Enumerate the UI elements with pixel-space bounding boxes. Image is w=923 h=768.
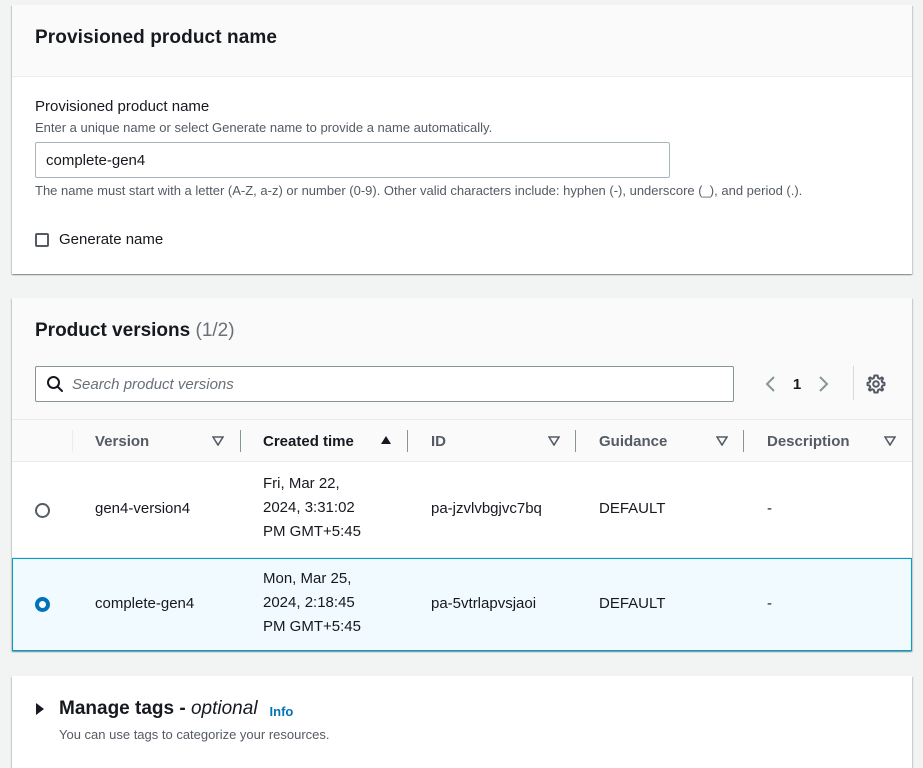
caret-down-icon[interactable] — [716, 436, 728, 446]
column-header-created-time[interactable]: Created time — [263, 420, 354, 462]
pagination: 1 — [760, 372, 834, 396]
page-number[interactable]: 1 — [780, 376, 814, 393]
panel-header: Provisioned product name — [12, 5, 912, 77]
column-header-label: ID — [431, 432, 446, 450]
panel-header: Product versions (1/2) 1 — [12, 298, 912, 420]
id-cell: pa-jzvlvbgjvc7bq — [431, 500, 542, 517]
guidance-cell: DEFAULT — [599, 500, 666, 517]
created-time-line: 2024, 2:18:45 — [263, 594, 355, 611]
column-header-description[interactable]: Description — [767, 420, 850, 462]
manage-tags-expander[interactable]: Manage tags - optional Info — [35, 698, 293, 720]
row-select-radio[interactable] — [35, 503, 50, 518]
description-cell: - — [767, 595, 772, 612]
guidance-cell: DEFAULT — [599, 595, 666, 612]
column-divider[interactable] — [240, 430, 241, 452]
panel-title-text: Manage tags - — [59, 698, 191, 719]
search-box[interactable] — [35, 366, 734, 402]
description-cell: - — [767, 500, 772, 517]
generate-name-checkbox-row[interactable]: Generate name — [35, 231, 163, 248]
column-divider — [72, 430, 73, 452]
column-header-label: Guidance — [599, 432, 668, 450]
panel-description: You can use tags to categorize your reso… — [59, 727, 330, 742]
next-page-button[interactable] — [814, 372, 834, 396]
search-input[interactable] — [72, 375, 692, 393]
search-icon — [47, 376, 63, 392]
panel-title-text: Product versions — [35, 320, 191, 341]
column-header-label: Created time — [263, 432, 354, 450]
created-time-cell: Fri, Mar 22, 2024, 3:31:02 PM GMT+5:45 — [263, 472, 361, 544]
created-time-line: Mon, Mar 25, — [263, 570, 352, 587]
row-select-radio-checked[interactable] — [35, 597, 50, 612]
product-versions-panel: Product versions (1/2) 1 — [12, 298, 912, 651]
provisioned-product-name-panel: Provisioned product name Provisioned pro… — [12, 5, 912, 274]
info-link[interactable]: Info — [270, 704, 294, 719]
panel-title: Provisioned product name — [35, 27, 278, 48]
column-header-label: Version — [95, 432, 150, 450]
caret-down-icon[interactable] — [212, 436, 224, 446]
version-cell: complete-gen4 — [95, 595, 195, 612]
column-header-guidance[interactable]: Guidance — [599, 420, 667, 462]
created-time-line: PM GMT+5:45 — [263, 618, 361, 635]
column-divider[interactable] — [575, 430, 576, 452]
manage-tags-panel: Manage tags - optional Info You can use … — [12, 676, 912, 768]
optional-label: optional — [190, 698, 258, 719]
previous-page-button[interactable] — [760, 372, 780, 396]
selection-count: (1/2) — [195, 320, 235, 341]
table-row-selected[interactable]: complete-gen4 Mon, Mar 25, 2024, 2:18:45… — [12, 558, 912, 651]
product-name-input[interactable] — [35, 142, 670, 178]
gear-icon — [866, 374, 886, 394]
panel-title: Product versions (1/2) — [35, 320, 889, 342]
column-header-version[interactable]: Version — [95, 420, 149, 462]
caret-right-icon[interactable] — [35, 703, 45, 715]
chevron-right-icon — [819, 376, 829, 392]
column-divider[interactable] — [407, 430, 408, 452]
created-time-line: PM GMT+5:45 — [263, 523, 361, 540]
id-cell: pa-5vtrlapvsjaoi — [431, 595, 537, 612]
field-constraint-text: The name must start with a letter (A-Z, … — [35, 183, 803, 198]
field-description: Enter a unique name or select Generate n… — [35, 120, 493, 135]
panel-title[interactable]: Manage tags - optional — [59, 698, 258, 720]
created-time-cell: Mon, Mar 25, 2024, 2:18:45 PM GMT+5:45 — [263, 567, 361, 639]
sort-ascending-icon[interactable] — [380, 435, 392, 445]
chevron-left-icon — [765, 376, 775, 392]
created-time-line: 2024, 3:31:02 — [263, 499, 355, 516]
divider — [853, 366, 854, 400]
table-settings-button[interactable] — [864, 372, 888, 396]
created-time-line: Fri, Mar 22, — [263, 475, 340, 492]
generate-name-label[interactable]: Generate name — [59, 231, 163, 248]
column-divider[interactable] — [743, 430, 744, 452]
caret-down-icon[interactable] — [884, 436, 896, 446]
table-row[interactable]: gen4-version4 Fri, Mar 22, 2024, 3:31:02… — [12, 462, 912, 558]
generate-name-checkbox[interactable] — [35, 232, 49, 247]
table-header: Version Created time ID Guidance Descrip… — [12, 420, 912, 462]
column-header-id[interactable]: ID — [431, 420, 446, 462]
version-cell: gen4-version4 — [95, 500, 191, 517]
caret-down-icon[interactable] — [548, 436, 560, 446]
field-label: Provisioned product name — [35, 98, 210, 115]
column-header-label: Description — [767, 432, 850, 450]
